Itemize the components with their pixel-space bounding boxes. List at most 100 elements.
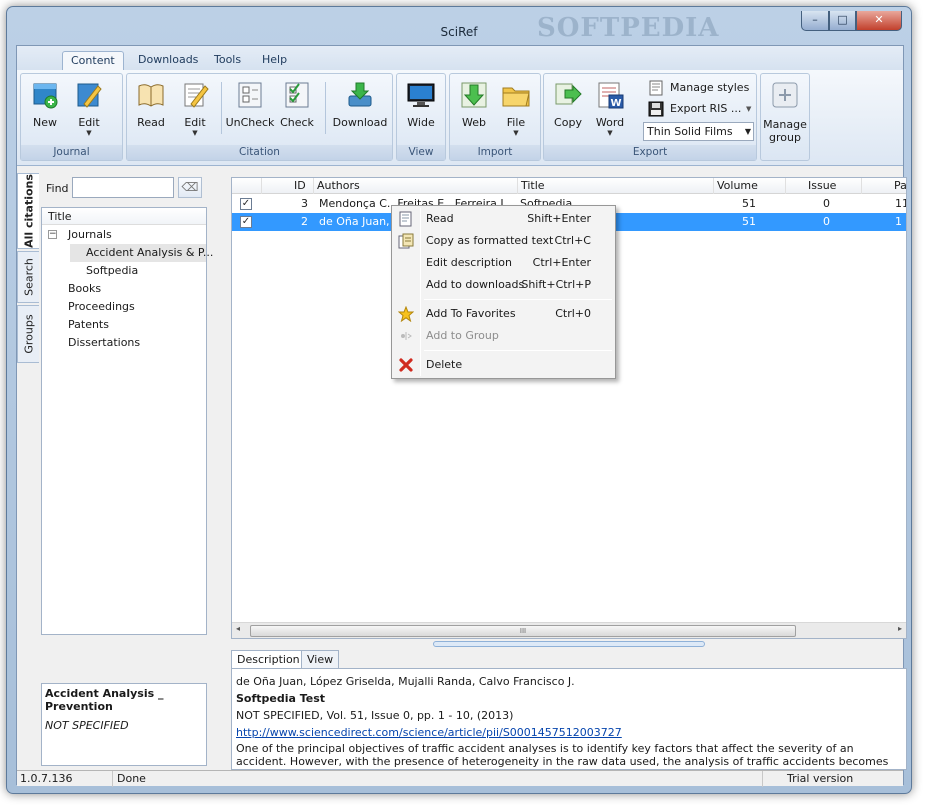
- grid-header: ID Authors Title Volume Issue Pa: [232, 178, 906, 194]
- status-state: Done: [113, 771, 763, 787]
- word-export-button[interactable]: W Word ▼: [590, 78, 630, 142]
- manage-styles-button[interactable]: Manage styles: [646, 78, 754, 98]
- tree-node-patents[interactable]: Patents: [68, 316, 206, 334]
- tree-node-journal-item[interactable]: Accident Analysis & P...: [70, 244, 213, 262]
- edit-journal-button[interactable]: Edit ▼: [69, 78, 109, 142]
- tab-help[interactable]: Help: [254, 51, 295, 70]
- tab-downloads[interactable]: Downloads: [130, 51, 206, 70]
- find-input[interactable]: [72, 177, 174, 198]
- ribbon: New Edit ▼ Journal Read Edit ▼ UnCheck C…: [17, 70, 903, 166]
- column-title[interactable]: Title: [518, 178, 714, 194]
- group-label-journal: Journal: [21, 145, 122, 160]
- menu-item-add-to-favorites[interactable]: Add To Favorites Ctrl+0: [394, 303, 613, 325]
- horizontal-scrollbar[interactable]: ◂ III ▸: [232, 622, 906, 638]
- manage-group-button[interactable]: Manage group: [763, 78, 807, 158]
- menu-item-copy-formatted[interactable]: Copy as formatted text Ctrl+C: [394, 230, 613, 252]
- ribbon-separator: [221, 82, 222, 134]
- monitor-icon: [407, 83, 435, 107]
- panel-splitter[interactable]: [433, 641, 705, 647]
- menu-item-add-to-downloads[interactable]: Add to downloads Shift+Ctrl+P: [394, 274, 613, 296]
- copy-button[interactable]: Copy: [548, 78, 588, 142]
- group-import: Web File ▼ Import: [449, 73, 541, 161]
- menu-item-add-to-group: Add to Group: [394, 325, 613, 347]
- word-icon: W: [598, 82, 624, 109]
- check-icon: [285, 82, 309, 108]
- title-bar[interactable]: SOFTPEDIA SciRef – □ ✕: [7, 7, 911, 45]
- ribbon-separator: [325, 82, 326, 134]
- side-tabs: All citations Search Groups: [17, 167, 39, 635]
- tree-node-journal-item[interactable]: Softpedia: [70, 262, 206, 280]
- web-import-icon: [461, 82, 487, 108]
- new-journal-icon: [33, 83, 58, 109]
- chevron-down-icon: ▼: [744, 127, 751, 136]
- group-icon: [401, 332, 412, 340]
- column-volume[interactable]: Volume: [714, 178, 786, 194]
- edit-document-icon: [184, 83, 209, 108]
- minimize-button[interactable]: –: [801, 11, 829, 31]
- find-label: Find: [46, 182, 69, 195]
- scroll-left-icon[interactable]: ◂: [236, 624, 240, 633]
- close-button[interactable]: ✕: [856, 11, 902, 31]
- column-issue[interactable]: Issue: [786, 178, 862, 194]
- tree-node-dissertations[interactable]: Dissertations: [68, 334, 206, 352]
- group-add-icon: [772, 82, 798, 108]
- chevron-down-icon: ▼: [746, 105, 752, 113]
- import-web-button[interactable]: Web: [454, 78, 494, 142]
- row-checkbox[interactable]: ✓: [240, 198, 252, 210]
- tab-search[interactable]: Search: [17, 251, 39, 303]
- description-authors: de Oña Juan, López Griselda, Mujalli Ran…: [236, 675, 575, 688]
- group-label-import: Import: [450, 145, 540, 160]
- edit-citation-button[interactable]: Edit ▼: [175, 78, 215, 142]
- tab-view-pdf[interactable]: View PDF: [301, 650, 340, 684]
- scroll-thumb[interactable]: III: [250, 625, 796, 637]
- column-authors[interactable]: Authors: [314, 178, 518, 194]
- status-license: Trial version: [787, 772, 854, 785]
- tab-groups[interactable]: Groups: [17, 305, 39, 363]
- chevron-down-icon: ▼: [86, 129, 92, 137]
- status-bar: 1.0.7.136 Done Trial version: [17, 770, 903, 787]
- selected-journal-publisher: NOT SPECIFIED: [45, 719, 129, 732]
- wide-view-button[interactable]: Wide: [400, 78, 442, 142]
- uncheck-icon: [238, 82, 262, 108]
- chevron-down-icon: ▼: [513, 129, 519, 137]
- download-button[interactable]: Download: [331, 78, 389, 142]
- maximize-button[interactable]: □: [829, 11, 856, 31]
- tree-header: Title: [42, 208, 206, 225]
- check-button[interactable]: Check: [277, 78, 317, 142]
- group-journal: New Edit ▼ Journal: [20, 73, 123, 161]
- window-title: SciRef: [440, 25, 478, 39]
- menu-item-read[interactable]: Read Shift+Enter: [394, 208, 613, 230]
- tree-node-proceedings[interactable]: Proceedings: [68, 298, 206, 316]
- scroll-right-icon[interactable]: ▸: [898, 624, 902, 633]
- read-citation-button[interactable]: Read: [131, 78, 171, 142]
- menu-separator: [424, 350, 612, 351]
- group-export: Copy W Word ▼ Manage styles Export RIS .…: [543, 73, 757, 161]
- collapse-icon[interactable]: −: [48, 230, 57, 239]
- status-version: 1.0.7.136: [17, 771, 113, 787]
- description-url-link[interactable]: http://www.sciencedirect.com/science/art…: [236, 724, 902, 741]
- export-ris-button[interactable]: Export RIS ... ▼: [646, 99, 754, 119]
- tab-content[interactable]: Content: [62, 51, 124, 70]
- tree-node-journals[interactable]: − Journals: [42, 226, 206, 244]
- tab-all-citations[interactable]: All citations: [17, 173, 39, 249]
- menu-item-edit-description[interactable]: Edit description Ctrl+Enter: [394, 252, 613, 274]
- chevron-down-icon: ▼: [607, 129, 613, 137]
- column-pages[interactable]: Pa: [862, 178, 906, 194]
- column-id[interactable]: ID: [262, 178, 314, 194]
- import-file-button[interactable]: File ▼: [496, 78, 536, 142]
- description-title: Softpedia Test: [236, 692, 326, 705]
- column-checkbox[interactable]: [232, 178, 262, 194]
- tab-description[interactable]: Description: [231, 650, 306, 669]
- menu-item-delete[interactable]: Delete: [394, 354, 613, 376]
- download-icon: [348, 82, 372, 107]
- citation-style-select[interactable]: Thin Solid Films ▼: [643, 122, 754, 141]
- ribbon-tabs: Content Downloads Tools Help: [17, 46, 903, 70]
- row-checkbox[interactable]: ✓: [240, 216, 252, 228]
- tree-node-books[interactable]: Books: [68, 280, 206, 298]
- clear-search-button[interactable]: ⌫: [178, 177, 202, 198]
- new-journal-button[interactable]: New: [25, 78, 65, 142]
- delete-icon: [399, 358, 413, 372]
- uncheck-button[interactable]: UnCheck: [225, 78, 275, 142]
- tab-tools[interactable]: Tools: [206, 51, 249, 70]
- app-window: SOFTPEDIA SciRef – □ ✕ Content Downloads…: [6, 6, 912, 794]
